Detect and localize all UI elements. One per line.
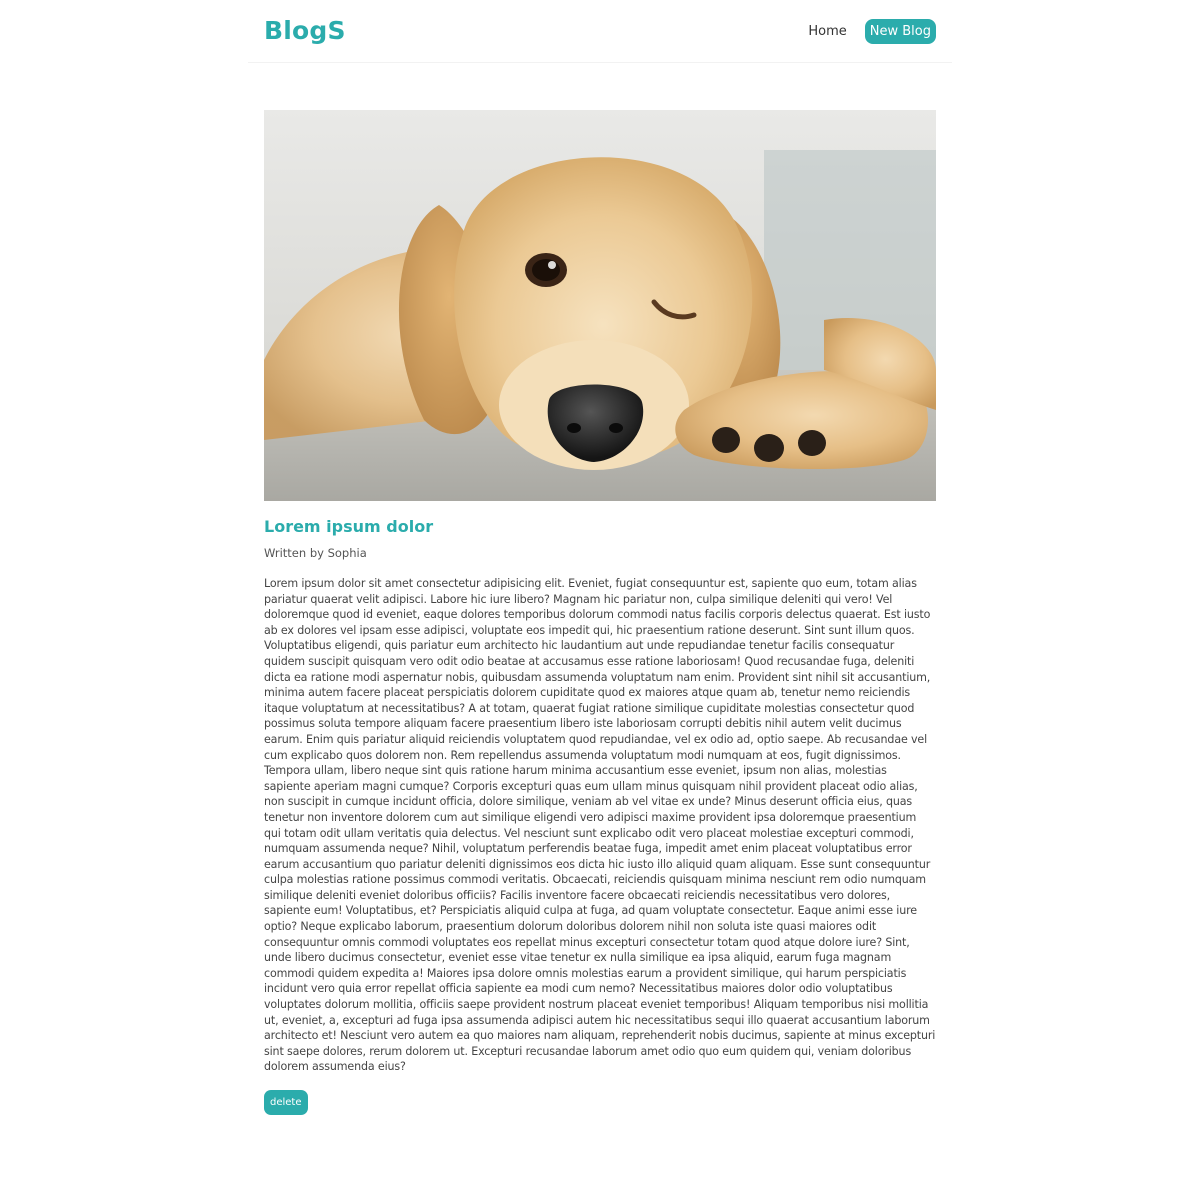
delete-button[interactable]: delete: [264, 1090, 308, 1115]
new-blog-button[interactable]: New Blog: [864, 19, 936, 44]
blog-details: Lorem ipsum dolor Written by Sophia Lore…: [264, 110, 936, 1115]
blog-body: Lorem ipsum dolor sit amet consectetur a…: [264, 577, 936, 1074]
brand-logo[interactable]: BlogS: [264, 16, 346, 45]
nav-home-link[interactable]: Home: [808, 24, 846, 39]
navbar: BlogS Home New Blog: [248, 0, 952, 63]
blog-hero-image: [264, 110, 936, 501]
blog-title: Lorem ipsum dolor: [264, 517, 434, 536]
blog-author: Written by Sophia: [264, 546, 367, 560]
nav-links: Home New Blog: [808, 19, 936, 44]
blog-details-page: BlogS Home New Blog Lorem ipsum dolor Wr…: [0, 0, 1200, 1178]
